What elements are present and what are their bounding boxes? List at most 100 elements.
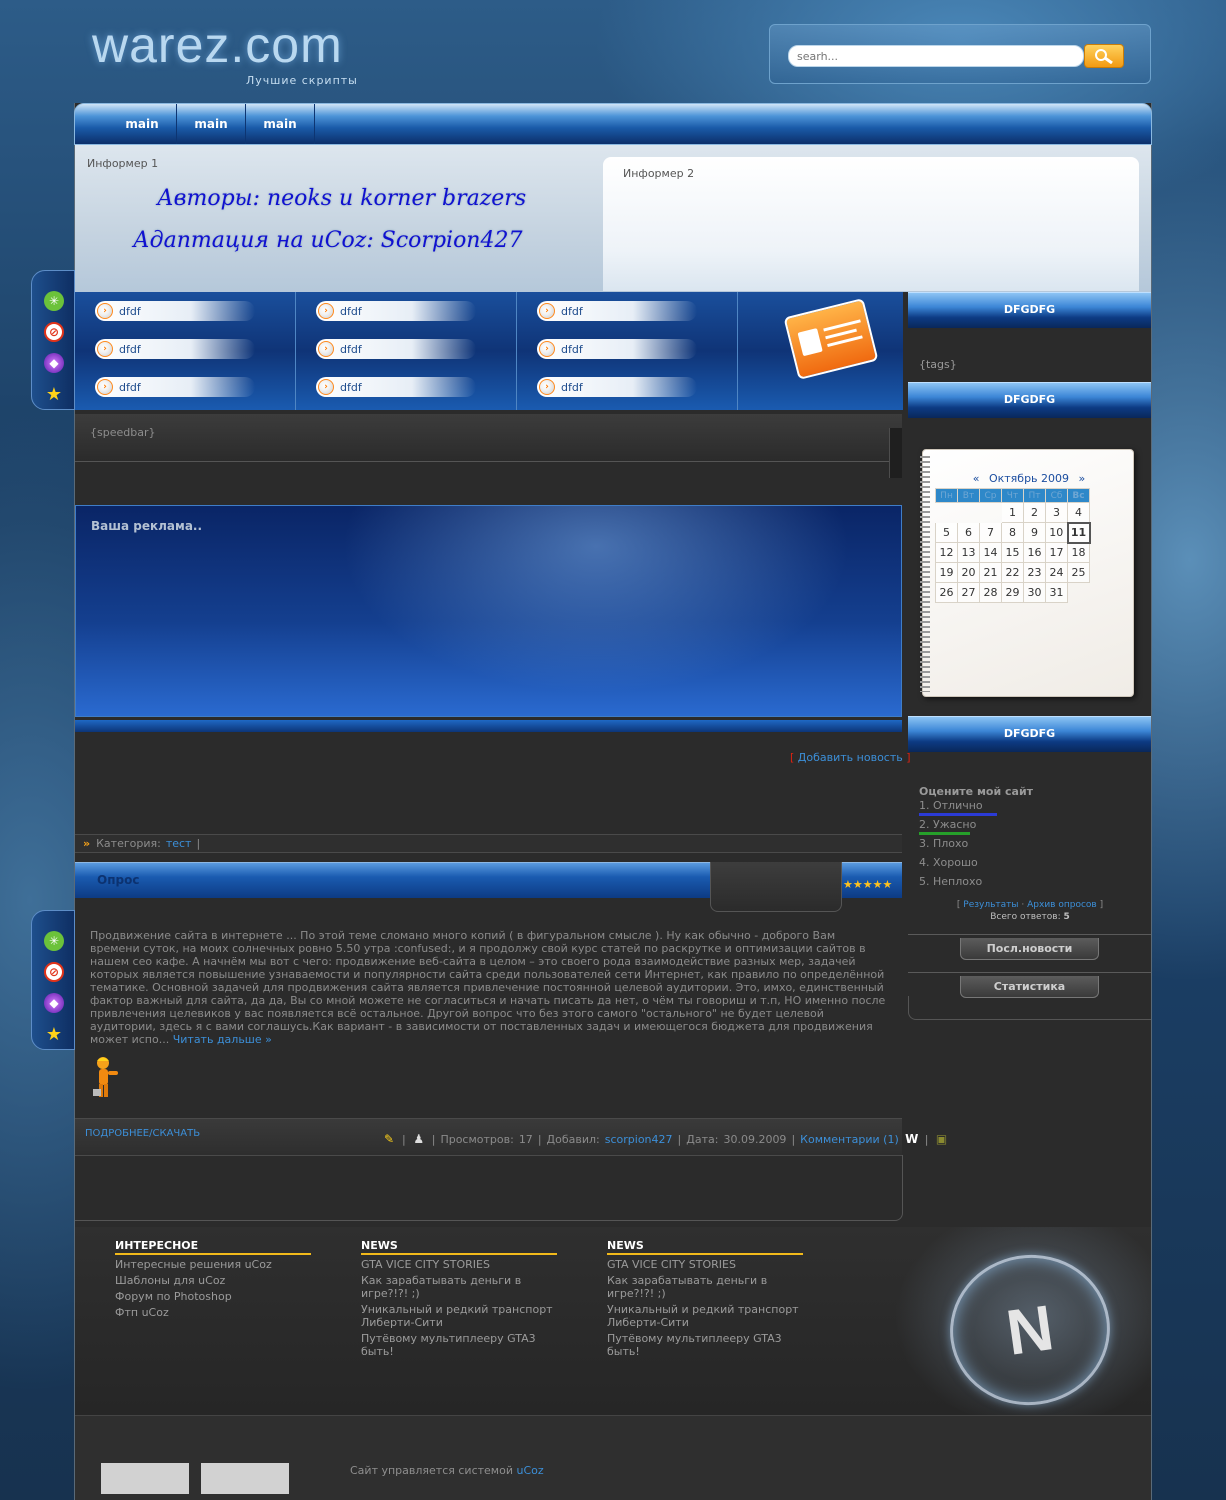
footer-column: NEWS GTA VICE CITY STORIES Как зарабатыв… <box>607 1239 803 1358</box>
add-icon[interactable]: ✳ <box>44 291 64 311</box>
calendar-day[interactable]: 15 <box>1001 542 1024 563</box>
star-icon[interactable]: ★ <box>44 384 64 405</box>
article-title[interactable]: Опрос <box>97 873 139 887</box>
poll-option[interactable]: 1. Отлично <box>919 799 1141 818</box>
quick-link[interactable]: › dfdf <box>316 301 476 321</box>
calendar-day[interactable]: 2 <box>1023 502 1046 523</box>
calendar-day[interactable]: 19 <box>935 562 958 583</box>
gem-icon[interactable]: ◆ <box>44 353 64 373</box>
user-icon[interactable]: ♟ <box>411 1131 427 1147</box>
author-link[interactable]: scorpion427 <box>605 1133 673 1146</box>
quick-link[interactable]: › dfdf <box>537 301 697 321</box>
footer-link[interactable]: Путёвому мультиплееру GTA3 быть! <box>607 1332 803 1358</box>
poll-option[interactable]: 4. Хорошо <box>919 856 1141 875</box>
rating-stars[interactable]: ★★★★★ <box>843 878 892 891</box>
main-nav: main main main <box>74 103 1152 145</box>
more-download-link[interactable]: ПОДРОБНЕЕ/СКАЧАТЬ <box>85 1128 200 1139</box>
calendar-day[interactable]: 28 <box>979 582 1002 603</box>
footer-link[interactable]: Интересные решения uCoz <box>115 1258 311 1271</box>
calendar-day[interactable]: 16 <box>1023 542 1046 563</box>
star-icon[interactable]: ★ <box>44 1024 64 1045</box>
poll-results-link[interactable]: Результаты <box>963 900 1018 910</box>
add-news-link[interactable]: [ Добавить новость ] <box>790 751 911 764</box>
ad-banner[interactable]: Ваша реклама.. <box>75 505 902 717</box>
calendar-today[interactable]: 11 <box>1066 521 1091 544</box>
calendar-day[interactable]: 30 <box>1023 582 1046 603</box>
w-icon[interactable]: W <box>904 1131 920 1147</box>
calendar-day[interactable]: 31 <box>1045 582 1068 603</box>
notebook-icon[interactable]: ▣ <box>933 1131 949 1147</box>
calendar-day[interactable]: 21 <box>979 562 1002 583</box>
footer-link[interactable]: Шаблоны для uCoz <box>115 1274 311 1287</box>
poll-option[interactable]: 3. Плохо <box>919 837 1141 856</box>
calendar-day[interactable]: 27 <box>957 582 980 603</box>
calendar-day[interactable]: 29 <box>1001 582 1024 603</box>
calendar-day[interactable]: 6 <box>957 522 980 543</box>
quick-link[interactable]: › dfdf <box>95 339 255 359</box>
calendar-day[interactable]: 3 <box>1045 502 1068 523</box>
gem-icon[interactable]: ◆ <box>44 993 64 1013</box>
statistics-button[interactable]: Статистика <box>960 976 1099 998</box>
calendar-day[interactable]: 5 <box>935 522 958 543</box>
footer-link[interactable]: Как зарабатывать деньги в игре?!?! ;) <box>607 1274 803 1300</box>
poll-archive-link[interactable]: Архив опросов <box>1027 900 1097 910</box>
edit-icon[interactable]: ✎ <box>381 1131 397 1147</box>
calendar-month: « Октябрь 2009 » <box>972 472 1086 485</box>
calendar-day[interactable]: 23 <box>1023 562 1046 583</box>
powered-by: Сайт управляется системой uCoz <box>350 1464 544 1477</box>
comments-link[interactable]: Комментарии (1) <box>800 1133 899 1146</box>
calendar-day[interactable]: 24 <box>1045 562 1068 583</box>
calendar-next[interactable]: » <box>1079 472 1086 485</box>
footer-heading: NEWS <box>607 1239 803 1255</box>
calendar-day[interactable]: 17 <box>1045 542 1068 563</box>
calendar-day[interactable]: 10 <box>1045 522 1068 543</box>
footer-link[interactable]: GTA VICE CITY STORIES <box>361 1258 557 1271</box>
calendar-day[interactable]: 12 <box>935 542 958 563</box>
footer-link[interactable]: Форум по Photoshop <box>115 1290 311 1303</box>
poll-option[interactable]: 2. Ужасно <box>919 818 1141 837</box>
calendar-day[interactable]: 25 <box>1067 562 1090 583</box>
footer-link[interactable]: Фтп uCoz <box>115 1306 311 1319</box>
calendar-day[interactable]: 26 <box>935 582 958 603</box>
quick-link[interactable]: › dfdf <box>537 377 697 397</box>
nav-item-main-2[interactable]: main <box>177 104 246 144</box>
nav-item-main-1[interactable]: main <box>108 104 177 144</box>
quick-link[interactable]: › dfdf <box>316 377 476 397</box>
latest-news-button[interactable]: Посл.новости <box>960 938 1099 960</box>
quick-link[interactable]: › dfdf <box>537 339 697 359</box>
calendar-day[interactable]: 14 <box>979 542 1002 563</box>
calendar-day[interactable]: 7 <box>979 522 1002 543</box>
quick-link[interactable]: › dfdf <box>316 339 476 359</box>
footer-link[interactable]: GTA VICE CITY STORIES <box>607 1258 803 1271</box>
footer-link[interactable]: Уникальный и редкий транспорт Либерти-Си… <box>361 1303 557 1329</box>
article-body: Продвижение сайта в интернете ... По это… <box>90 929 886 1046</box>
ucoz-link[interactable]: uCoz <box>516 1464 543 1477</box>
block-icon[interactable]: ⊘ <box>44 962 64 982</box>
calendar-day[interactable]: 20 <box>957 562 980 583</box>
poll-option[interactable]: 5. Неплохо <box>919 875 1141 894</box>
footer-link[interactable]: Путёвому мультиплееру GTA3 быть! <box>361 1332 557 1358</box>
read-more-link[interactable]: Читать дальше » <box>173 1033 272 1046</box>
footer-link[interactable]: Уникальный и редкий транспорт Либерти-Си… <box>607 1303 803 1329</box>
calendar-day[interactable]: 22 <box>1001 562 1024 583</box>
site-logo[interactable]: warez.com <box>92 16 343 74</box>
scrollbar[interactable] <box>889 428 902 478</box>
category-link[interactable]: тест <box>166 837 192 850</box>
counter-banner[interactable] <box>201 1463 289 1494</box>
nav-item-main-3[interactable]: main <box>246 104 315 144</box>
footer-link[interactable]: Как зарабатывать деньги в игре?!?! ;) <box>361 1274 557 1300</box>
calendar-day[interactable]: 4 <box>1067 502 1090 523</box>
block-icon[interactable]: ⊘ <box>44 322 64 342</box>
quick-link[interactable]: › dfdf <box>95 301 255 321</box>
calendar-day[interactable]: 8 <box>1001 522 1024 543</box>
add-icon[interactable]: ✳ <box>44 931 64 951</box>
calendar-day[interactable]: 1 <box>1001 502 1024 523</box>
search-input[interactable] <box>788 45 1084 67</box>
calendar-day[interactable]: 9 <box>1023 522 1046 543</box>
counter-banner[interactable] <box>101 1463 189 1494</box>
calendar-prev[interactable]: « <box>973 472 980 485</box>
calendar-day[interactable]: 13 <box>957 542 980 563</box>
search-button[interactable] <box>1084 44 1124 68</box>
calendar-day[interactable]: 18 <box>1067 542 1090 563</box>
quick-link[interactable]: › dfdf <box>95 377 255 397</box>
